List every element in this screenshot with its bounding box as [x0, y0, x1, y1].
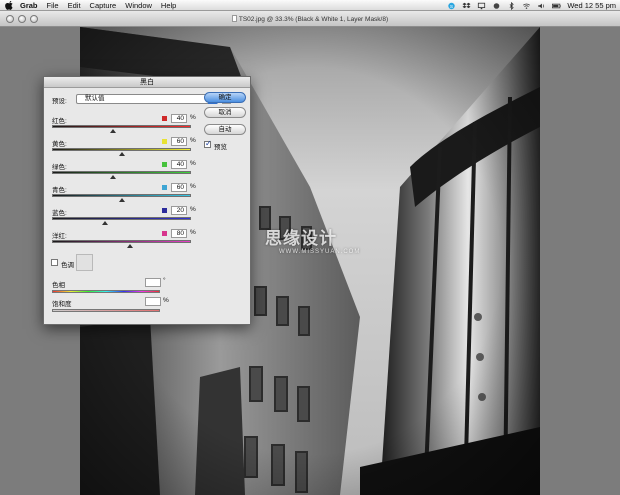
channel-color-swatch[interactable] [162, 162, 167, 167]
channel-label: 红色: [52, 118, 67, 125]
menu-help[interactable]: Help [161, 1, 176, 10]
preset-value: 默认值 [85, 95, 105, 102]
channel-color-swatch[interactable] [162, 208, 167, 213]
channel-slider-thumb[interactable] [118, 198, 125, 202]
dialog-title: 黑白 [140, 79, 154, 86]
channel-value-input[interactable]: 20 [171, 206, 187, 215]
channel-value-input[interactable]: 40 [171, 160, 187, 169]
channel-color-swatch[interactable] [162, 116, 167, 121]
channel-value-input[interactable]: 40 [171, 114, 187, 123]
channel-color-swatch[interactable] [162, 185, 167, 190]
skype-icon[interactable]: S [447, 2, 456, 10]
channel-slider-track[interactable] [52, 217, 191, 220]
channel-unit: % [190, 183, 196, 190]
saturation-input[interactable] [145, 297, 161, 306]
channel-value-input[interactable]: 60 [171, 137, 187, 146]
hue-unit: ° [163, 277, 166, 284]
channel-slider-track[interactable] [52, 148, 191, 151]
channel-unit: % [190, 206, 196, 213]
document-title: TS02.jpg @ 33.3% (Black & White 1, Layer… [238, 16, 389, 23]
wifi-icon[interactable] [522, 2, 531, 10]
channel-label: 青色: [52, 187, 67, 194]
dropbox-icon[interactable] [462, 2, 471, 10]
channel-slider-track[interactable] [52, 194, 191, 197]
tint-color-swatch[interactable] [76, 254, 93, 271]
svg-text:S: S [450, 4, 453, 10]
cancel-button[interactable]: 取消 [204, 107, 246, 118]
channel-slider-track[interactable] [52, 125, 191, 128]
menu-window[interactable]: Window [125, 1, 152, 10]
channel-slider-thumb[interactable] [110, 175, 117, 179]
preset-label: 预设: [52, 98, 67, 105]
menu-file[interactable]: File [47, 1, 59, 10]
channel-label: 绿色: [52, 164, 67, 171]
channel-unit: % [190, 229, 196, 236]
preset-dropdown[interactable]: 默认值 ▲▼ [76, 94, 218, 104]
channel-slider-track[interactable] [52, 171, 191, 174]
auto-button[interactable]: 自动 [204, 124, 246, 135]
saturation-unit: % [163, 297, 169, 304]
tint-checkbox[interactable] [51, 259, 58, 266]
hue-slider-track[interactable] [52, 290, 160, 293]
menu-bar: Grab File Edit Capture Window Help S Wed… [0, 0, 620, 11]
ok-button[interactable]: 确定 [204, 92, 246, 103]
preview-checkbox[interactable] [204, 139, 212, 148]
channel-slider-thumb[interactable] [118, 152, 125, 156]
document-title-bar[interactable]: TS02.jpg @ 33.3% (Black & White 1, Layer… [0, 11, 620, 27]
channel-value-input[interactable]: 80 [171, 229, 187, 238]
saturation-slider-track[interactable] [52, 309, 160, 312]
menu-app-name[interactable]: Grab [20, 1, 38, 10]
watermark: 思缘设计 WWW.MISSYUAN.COM [265, 224, 360, 255]
watermark-url: WWW.MISSYUAN.COM [279, 249, 361, 255]
channel-label: 洋红: [52, 233, 67, 240]
menu-capture[interactable]: Capture [90, 1, 117, 10]
channel-unit: % [190, 114, 196, 121]
tint-label: 色调 [61, 262, 74, 269]
hue-input[interactable] [145, 278, 161, 287]
channel-unit: % [190, 137, 196, 144]
battery-icon[interactable] [552, 2, 562, 10]
apple-icon[interactable] [5, 0, 14, 10]
channel-slider-thumb[interactable] [101, 221, 108, 225]
channel-label: 黄色: [52, 141, 67, 148]
menu-edit[interactable]: Edit [68, 1, 81, 10]
channel-color-swatch[interactable] [162, 231, 167, 236]
monitor-icon[interactable] [477, 2, 486, 10]
record-icon[interactable] [492, 2, 501, 10]
channel-slider-thumb[interactable] [110, 129, 117, 133]
preview-label: 预览 [214, 144, 227, 151]
channel-slider-track[interactable] [52, 240, 191, 243]
volume-icon[interactable] [537, 2, 546, 10]
channel-label: 蓝色: [52, 210, 67, 217]
channel-slider-thumb[interactable] [126, 244, 133, 248]
menubar-clock[interactable]: Wed 12 55 pm [567, 1, 616, 10]
channel-value-input[interactable]: 60 [171, 183, 187, 192]
dialog-title-bar[interactable]: 黑白 [44, 77, 250, 88]
status-area: S Wed 12 55 pm [447, 0, 616, 11]
hue-label: 色相 [52, 282, 65, 289]
channel-color-swatch[interactable] [162, 139, 167, 144]
watermark-text: 思缘设计 [265, 229, 337, 249]
black-white-dialog: 黑白 预设: 默认值 ▲▼ 确定 取消 自动 预览 红色: 40% 黄色: 60% 绿色… [43, 76, 251, 325]
channel-unit: % [190, 160, 196, 167]
bluetooth-icon[interactable] [507, 1, 516, 10]
document-file-icon [231, 15, 237, 22]
saturation-label: 饱和度 [52, 301, 72, 308]
